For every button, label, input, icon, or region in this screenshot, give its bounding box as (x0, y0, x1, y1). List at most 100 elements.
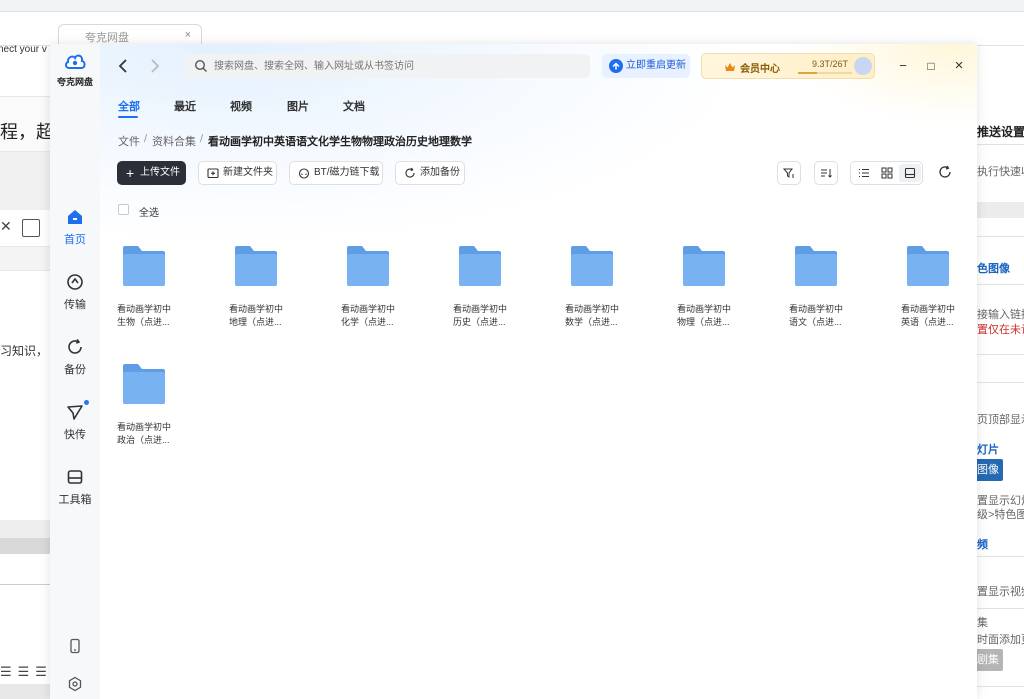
background-divider (0, 584, 52, 585)
folder-icon (235, 246, 277, 286)
folder-name: 看动画学初中 物理（点进... (677, 303, 763, 329)
sidebar-item-label: 传输 (64, 299, 86, 311)
logo-text: 夸克网盘 (56, 77, 93, 87)
folder-name: 看动画学初中 生物（点进... (117, 303, 203, 329)
toolbox-icon (67, 470, 83, 484)
folder-icon (571, 246, 613, 286)
sort-button[interactable] (814, 161, 838, 185)
breadcrumb-collection[interactable]: 资料合集 (152, 133, 196, 149)
settings-icon[interactable] (67, 676, 83, 692)
image-button: 图像 (977, 459, 1003, 481)
background-text: 级>特色图像 (977, 509, 1024, 521)
tab-document[interactable]: 文档 (343, 98, 365, 114)
avatar[interactable] (854, 57, 872, 75)
tab-video[interactable]: 视频 (230, 98, 252, 114)
folder-item[interactable]: 看动画学初中 历史（点进... (453, 244, 543, 352)
background-divider (977, 608, 1024, 609)
align-icon: ☰☰☰ (0, 664, 53, 679)
folder-name-line: 看动画学初中 (453, 304, 508, 314)
member-label: 会员中心 (740, 64, 780, 75)
phone-icon[interactable] (67, 638, 83, 654)
filter-button[interactable] (777, 161, 801, 185)
background-text: 接输入链接 (977, 309, 1024, 321)
folder-name-line: 政治（点进... (117, 435, 170, 445)
thumbnail-icon (904, 167, 916, 179)
folder-icon (347, 246, 389, 286)
folder-item[interactable]: 看动画学初中 物理（点进... (677, 244, 767, 352)
restart-update-button[interactable]: 立即重启更新 (602, 54, 690, 78)
list-view-button[interactable] (853, 164, 875, 182)
background-text: 时面添加更 (977, 634, 1024, 646)
background-text: 集 (977, 617, 988, 629)
sidebar: 夸克网盘 首页 传输 备份 快传 工具箱 (50, 44, 100, 699)
close-icon[interactable]: × (185, 29, 191, 41)
folder-name-line: 看动画学初中 (229, 304, 284, 314)
large-view-button[interactable] (899, 164, 921, 182)
folder-icon (795, 246, 837, 286)
background-text: 置显示视频 (977, 586, 1024, 598)
member-center-button[interactable]: 会员中心 9.3T/26T (701, 53, 875, 79)
plus-icon: + (126, 165, 135, 181)
folder-item[interactable]: 看动画学初中 化学（点进... (341, 244, 431, 352)
new-folder-button[interactable]: 新建文件夹 (198, 161, 277, 185)
keyboard-icon (22, 219, 40, 237)
folder-item[interactable]: 看动画学初中 数学（点进... (565, 244, 655, 352)
background-text: nect your v (0, 44, 47, 55)
search-bar[interactable] (184, 54, 590, 78)
refresh-icon[interactable] (938, 165, 952, 179)
tab-image[interactable]: 图片 (287, 98, 309, 114)
sidebar-item-backup[interactable]: 备份 (50, 338, 100, 388)
add-backup-button[interactable]: 添加备份 (395, 161, 465, 185)
bt-download-label: BT/磁力链下载 (314, 167, 380, 178)
browser-tab[interactable]: 夸克网盘 × (58, 24, 202, 46)
sidebar-item-transfer[interactable]: 传输 (50, 273, 100, 323)
folder-item[interactable]: 看动画学初中 语文（点进... (789, 244, 879, 352)
background-panel (0, 538, 52, 554)
minimize-button[interactable]: − (893, 56, 913, 76)
folder-item[interactable]: 看动画学初中 地理（点进... (229, 244, 319, 352)
forward-button[interactable] (144, 56, 164, 76)
folder-item[interactable]: 看动画学初中 政治（点进... (117, 362, 207, 470)
background-text: 频 (977, 539, 988, 551)
maximize-button[interactable]: □ (921, 56, 941, 76)
upload-file-button[interactable]: + 上传文件 (117, 161, 186, 185)
folder-name: 看动画学初中 语文（点进... (789, 303, 875, 329)
tab-all[interactable]: 全部 (118, 98, 140, 114)
close-button[interactable]: × (949, 56, 969, 76)
background-heading: 程，超 (0, 122, 54, 142)
folder-icon (907, 246, 949, 286)
background-divider (977, 556, 1024, 557)
folder-name-line: 历史（点进... (453, 317, 506, 327)
background-panel (0, 246, 52, 271)
folder-name: 看动画学初中 政治（点进... (117, 421, 203, 447)
background-text: 色图像 (977, 263, 1010, 275)
grid-view-button[interactable] (876, 164, 898, 182)
sidebar-item-toolbox[interactable]: 工具箱 (50, 468, 100, 518)
background-panel (0, 152, 52, 210)
select-all-checkbox[interactable] (118, 204, 129, 215)
background-panel (977, 202, 1024, 218)
quota-bar (798, 72, 852, 74)
sidebar-item-home[interactable]: 首页 (50, 208, 100, 258)
background-text: 页顶部显示 (977, 414, 1024, 426)
tab-recent[interactable]: 最近 (174, 98, 196, 114)
grid-icon (881, 167, 893, 179)
search-input[interactable] (214, 57, 574, 75)
bt-download-button[interactable]: BT/磁力链下载 (289, 161, 383, 185)
sidebar-item-label: 工具箱 (58, 494, 92, 506)
sidebar-item-quick-send[interactable]: 快传 (50, 403, 100, 453)
breadcrumb-files[interactable]: 文件 (118, 133, 140, 149)
folder-name-line: 看动画学初中 (677, 304, 732, 314)
sync-icon (405, 167, 415, 178)
sidebar-item-label: 首页 (64, 234, 86, 246)
folder-item[interactable]: 看动画学初中 英语（点进... (901, 244, 977, 352)
folder-name: 看动画学初中 地理（点进... (229, 303, 315, 329)
folder-name: 看动画学初中 化学（点进... (341, 303, 427, 329)
folder-name: 看动画学初中 数学（点进... (565, 303, 651, 329)
background-divider (977, 686, 1024, 687)
quota-text: 9.3T/26T (811, 59, 848, 69)
folder-name-line: 英语（点进... (901, 317, 954, 327)
back-button[interactable] (114, 56, 134, 76)
folder-icon (123, 364, 165, 404)
folder-item[interactable]: 看动画学初中 生物（点进... (117, 244, 207, 352)
